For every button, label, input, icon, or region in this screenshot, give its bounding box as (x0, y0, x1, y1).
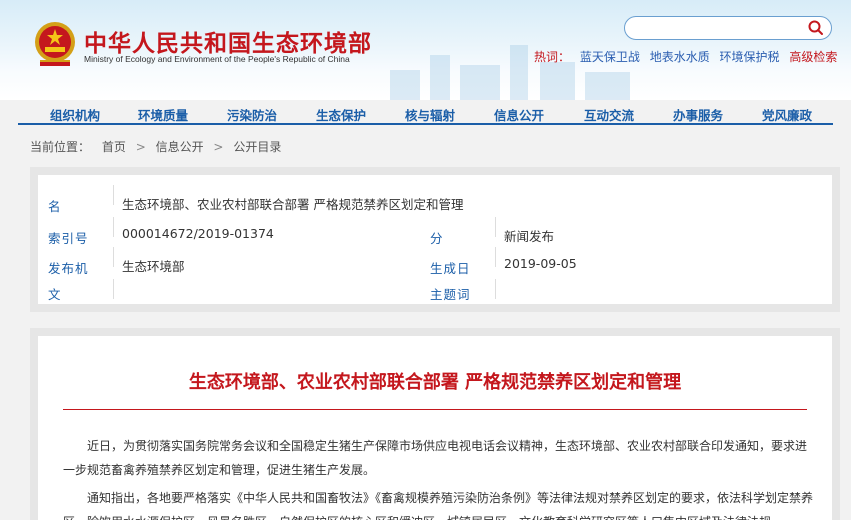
national-emblem-icon[interactable] (32, 20, 78, 68)
nav-item-party-integrity[interactable]: 党风廉政 (762, 105, 812, 124)
info-divider (113, 185, 114, 205)
breadcrumb-info-disclosure[interactable]: 信息公开 (156, 140, 204, 154)
article-title-divider (63, 409, 807, 410)
info-subject-label: 主题词 (430, 287, 471, 302)
search-input[interactable] (624, 16, 832, 40)
article-panel: 生态环境部、农业农村部联合部署 严格规范禁养区划定和管理 近日，为贯彻落实国务院… (30, 328, 840, 520)
info-category-value: 新闻发布 (504, 229, 555, 244)
info-name-label: 名 (48, 199, 62, 214)
advanced-search-link[interactable]: 高级检索 (789, 50, 837, 64)
breadcrumb-separator: > (135, 140, 146, 154)
info-publisher-label: 发布机 (48, 261, 89, 276)
info-divider (495, 247, 496, 267)
breadcrumb-separator: > (213, 140, 224, 154)
breadcrumb-public-catalog[interactable]: 公开目录 (233, 140, 281, 154)
info-date-label: 生成日 (430, 261, 471, 276)
main-nav: 组织机构 环境质量 污染防治 生态保护 核与辐射 信息公开 互动交流 办事服务 … (18, 103, 833, 125)
hotword-link-blue-sky[interactable]: 蓝天保卫战 (580, 50, 640, 64)
info-index-value: 000014672/2019-01374 (122, 226, 274, 241)
document-info-panel: 名 生态环境部、农业农村部联合部署 严格规范禁养区划定和管理 索引号 00001… (30, 167, 840, 312)
nav-item-nuclear-radiation[interactable]: 核与辐射 (405, 105, 455, 124)
info-publisher-value: 生态环境部 (122, 259, 185, 274)
site-title[interactable]: 中华人民共和国生态环境部 (84, 24, 372, 58)
info-date-value: 2019-09-05 (504, 256, 577, 271)
hotword-link-env-tax[interactable]: 环境保护税 (720, 50, 780, 64)
nav-item-eco-protection[interactable]: 生态保护 (316, 105, 366, 124)
article-body: 近日，为贯彻落实国务院常务会议和全国稳定生猪生产保障市场供应电视电话会议精神，生… (63, 434, 813, 520)
nav-item-organization[interactable]: 组织机构 (50, 105, 100, 124)
nav-item-services[interactable]: 办事服务 (673, 105, 723, 124)
hotwords-bar: 热词： 蓝天保卫战 地表水水质 环境保护税 高级检索 (534, 48, 837, 65)
hotwords-label: 热词： (534, 50, 571, 64)
info-divider (113, 217, 114, 237)
site-subtitle: Ministry of Ecology and Environment of t… (84, 54, 350, 64)
article-paragraph: 通知指出，各地要严格落实《中华人民共和国畜牧法》《畜禽规模养殖污染防治条例》等法… (63, 491, 814, 520)
breadcrumb-home[interactable]: 首页 (102, 140, 126, 154)
breadcrumb-label: 当前位置： (30, 140, 91, 154)
info-divider (113, 247, 114, 267)
breadcrumb: 当前位置： 首页 > 信息公开 > 公开目录 (30, 138, 281, 155)
article-title: 生态环境部、农业农村部联合部署 严格规范禁养区划定和管理 (188, 372, 682, 393)
info-divider (495, 217, 496, 237)
article-content: 生态环境部、农业农村部联合部署 严格规范禁养区划定和管理 近日，为贯彻落实国务院… (38, 336, 832, 520)
info-divider (113, 279, 114, 299)
info-category-label: 分 (430, 231, 444, 246)
info-divider (495, 279, 496, 299)
nav-item-env-quality[interactable]: 环境质量 (138, 105, 188, 124)
article-paragraph: 近日，为贯彻落实国务院常务会议和全国稳定生猪生产保障市场供应电视电话会议精神，生… (63, 439, 808, 477)
search-icon[interactable] (807, 19, 825, 37)
nav-item-pollution-control[interactable]: 污染防治 (227, 105, 277, 124)
nav-item-info-disclosure[interactable]: 信息公开 (494, 105, 544, 124)
nav-item-interaction[interactable]: 互动交流 (584, 105, 634, 124)
hotword-link-surface-water[interactable]: 地表水水质 (650, 50, 710, 64)
site-header: 中华人民共和国生态环境部 Ministry of Ecology and Env… (0, 0, 851, 100)
info-name-value: 生态环境部、农业农村部联合部署 严格规范禁养区划定和管理 (122, 197, 464, 212)
document-info-table: 名 生态环境部、农业农村部联合部署 严格规范禁养区划定和管理 索引号 00001… (38, 175, 832, 304)
info-index-label: 索引号 (48, 231, 89, 246)
info-docno-label: 文 (48, 287, 62, 302)
